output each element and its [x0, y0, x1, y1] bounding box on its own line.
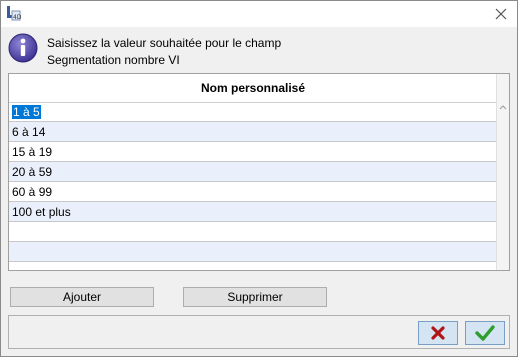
app-icon: 4D [5, 5, 22, 21]
info-icon [8, 33, 38, 63]
table-row[interactable]: 60 à 99 [9, 182, 497, 202]
scroll-arrow-icon[interactable] [498, 103, 508, 113]
prompt-field-name: Segmentation nombre VI [47, 53, 180, 67]
title-bar: 4D [1, 1, 517, 27]
table-row[interactable] [9, 262, 497, 270]
selected-cell[interactable]: 1 à 5 [12, 105, 41, 119]
add-button[interactable]: Ajouter [10, 287, 154, 307]
delete-button[interactable]: Supprimer [183, 287, 327, 307]
table-row[interactable]: 20 à 59 [9, 162, 497, 182]
confirm-button[interactable] [465, 321, 505, 345]
close-icon [495, 8, 507, 20]
table-row[interactable]: 15 à 19 [9, 142, 497, 162]
prompt-header: Saisissez la valeur souhaitée pour le ch… [1, 27, 517, 71]
table-row[interactable] [9, 242, 497, 262]
close-button[interactable] [491, 4, 511, 24]
dialog-window: 4D Saisissez la valeur souhaitée pour le… [0, 0, 518, 357]
prompt-line-1: Saisissez la valeur souhaitée pour le ch… [47, 36, 282, 50]
values-table[interactable]: Nom personnalisé 1 à 5 6 à 14 15 à 19 20… [8, 73, 510, 271]
table-row[interactable]: 1 à 5 [9, 102, 497, 122]
column-header-custom-name[interactable]: Nom personnalisé [9, 74, 497, 103]
table-row[interactable]: 100 et plus [9, 202, 497, 222]
table-row[interactable]: 6 à 14 [9, 122, 497, 142]
cancel-button[interactable] [418, 321, 458, 345]
vertical-scrollbar[interactable] [496, 74, 509, 270]
svg-text:4D: 4D [13, 14, 21, 21]
cancel-x-icon [431, 326, 445, 340]
table-row[interactable] [9, 222, 497, 242]
prompt-text: Saisissez la valeur souhaitée pour le ch… [47, 35, 281, 69]
table-rows: 1 à 5 6 à 14 15 à 19 20 à 59 60 à 99 100… [9, 102, 497, 270]
confirm-check-icon [475, 325, 495, 341]
